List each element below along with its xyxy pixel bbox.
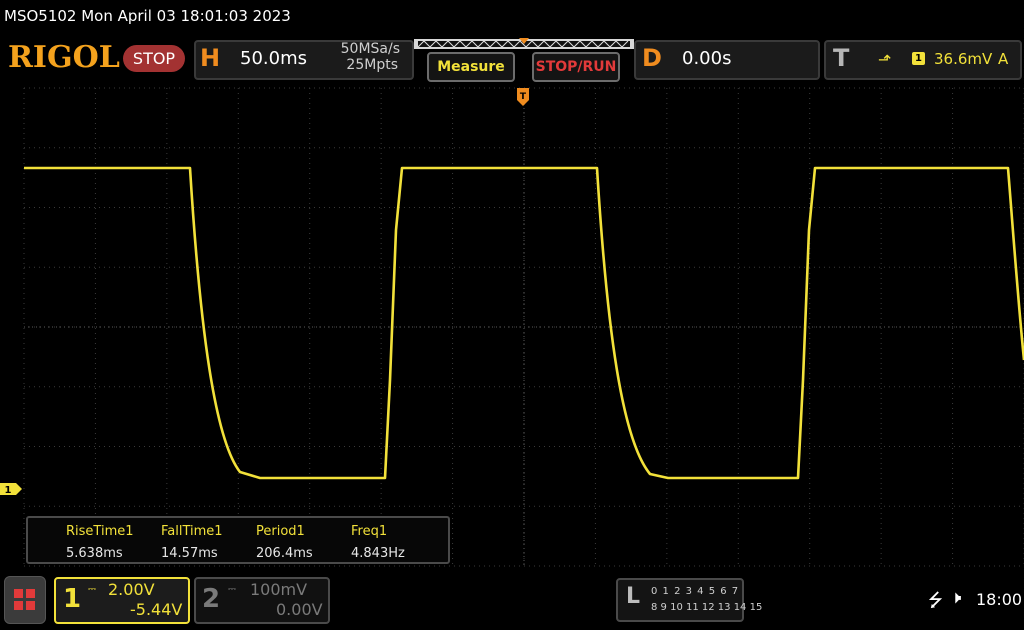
system-clock: 18:00 <box>976 590 1023 609</box>
channel-1-scale: 2.00V <box>108 580 155 599</box>
measure-value: 4.843Hz <box>351 546 405 561</box>
horizontal-label: H <box>200 44 221 72</box>
measurement-results: RiseTime1 5.638ms FallTime1 14.57ms Peri… <box>26 516 450 564</box>
digital-channels-row-2: 8 9 10 11 12 13 14 15 <box>651 602 763 613</box>
measure-name: FallTime1 <box>161 524 223 539</box>
channel-2-offset: 0.00V <box>276 600 323 619</box>
run-state-badge: STOP <box>123 45 185 72</box>
measure-name: Freq1 <box>351 524 388 539</box>
memory-depth: 25Mpts <box>346 57 398 73</box>
measure-button[interactable]: Measure <box>427 52 515 82</box>
measure-value: 206.4ms <box>256 546 313 561</box>
ch1-ground-label: 1 <box>5 485 12 496</box>
logic-analyzer-label: L <box>626 584 641 609</box>
waveform-display[interactable]: T 1 <box>0 86 1024 570</box>
memory-timeline <box>414 38 634 49</box>
delay-value: 0.00s <box>682 48 732 69</box>
trigger-label: T <box>833 44 850 72</box>
channel-1-number: 1 <box>63 584 82 614</box>
menu-grid-icon <box>14 589 35 610</box>
digital-channels-row-1: 0 1 2 3 4 5 6 7 <box>651 586 740 597</box>
measure-value: 14.57ms <box>161 546 218 561</box>
instrument-title: MSO5102 Mon April 03 18:01:03 2023 <box>4 7 291 25</box>
trigger-position-indicator[interactable]: T <box>517 88 529 106</box>
main-menu-button[interactable] <box>4 576 46 624</box>
measure-value: 5.638ms <box>66 546 123 561</box>
timebase-value: 50.0ms <box>240 48 307 69</box>
trigger-level: 36.6mV <box>934 50 993 68</box>
channel-2-number: 2 <box>202 584 221 614</box>
channel-1-offset: -5.44V <box>130 600 183 619</box>
trigger-mode: A <box>998 50 1009 68</box>
dc-coupling-icon: ⎓ <box>88 584 96 595</box>
stop-run-button[interactable]: STOP/RUN <box>532 52 620 82</box>
measure-name: RiseTime1 <box>66 524 134 539</box>
delay-label: D <box>642 44 662 72</box>
rising-edge-icon: ⬏ <box>878 50 892 69</box>
trigger-source: 1 <box>912 52 925 65</box>
channel-2-scale: 100mV <box>250 580 308 599</box>
ch1-ground-marker[interactable]: 1 <box>0 483 22 496</box>
usb-icon: ⭍ <box>928 590 943 611</box>
measure-name: Period1 <box>256 524 305 539</box>
rigol-logo: RIGOL <box>8 40 120 75</box>
sample-rate: 50MSa/s <box>340 41 400 57</box>
dc-coupling-icon: ⎓ <box>228 584 236 595</box>
trigger-marker-label: T <box>520 92 527 102</box>
speaker-muted-icon[interactable]: 🕨 <box>950 587 961 608</box>
